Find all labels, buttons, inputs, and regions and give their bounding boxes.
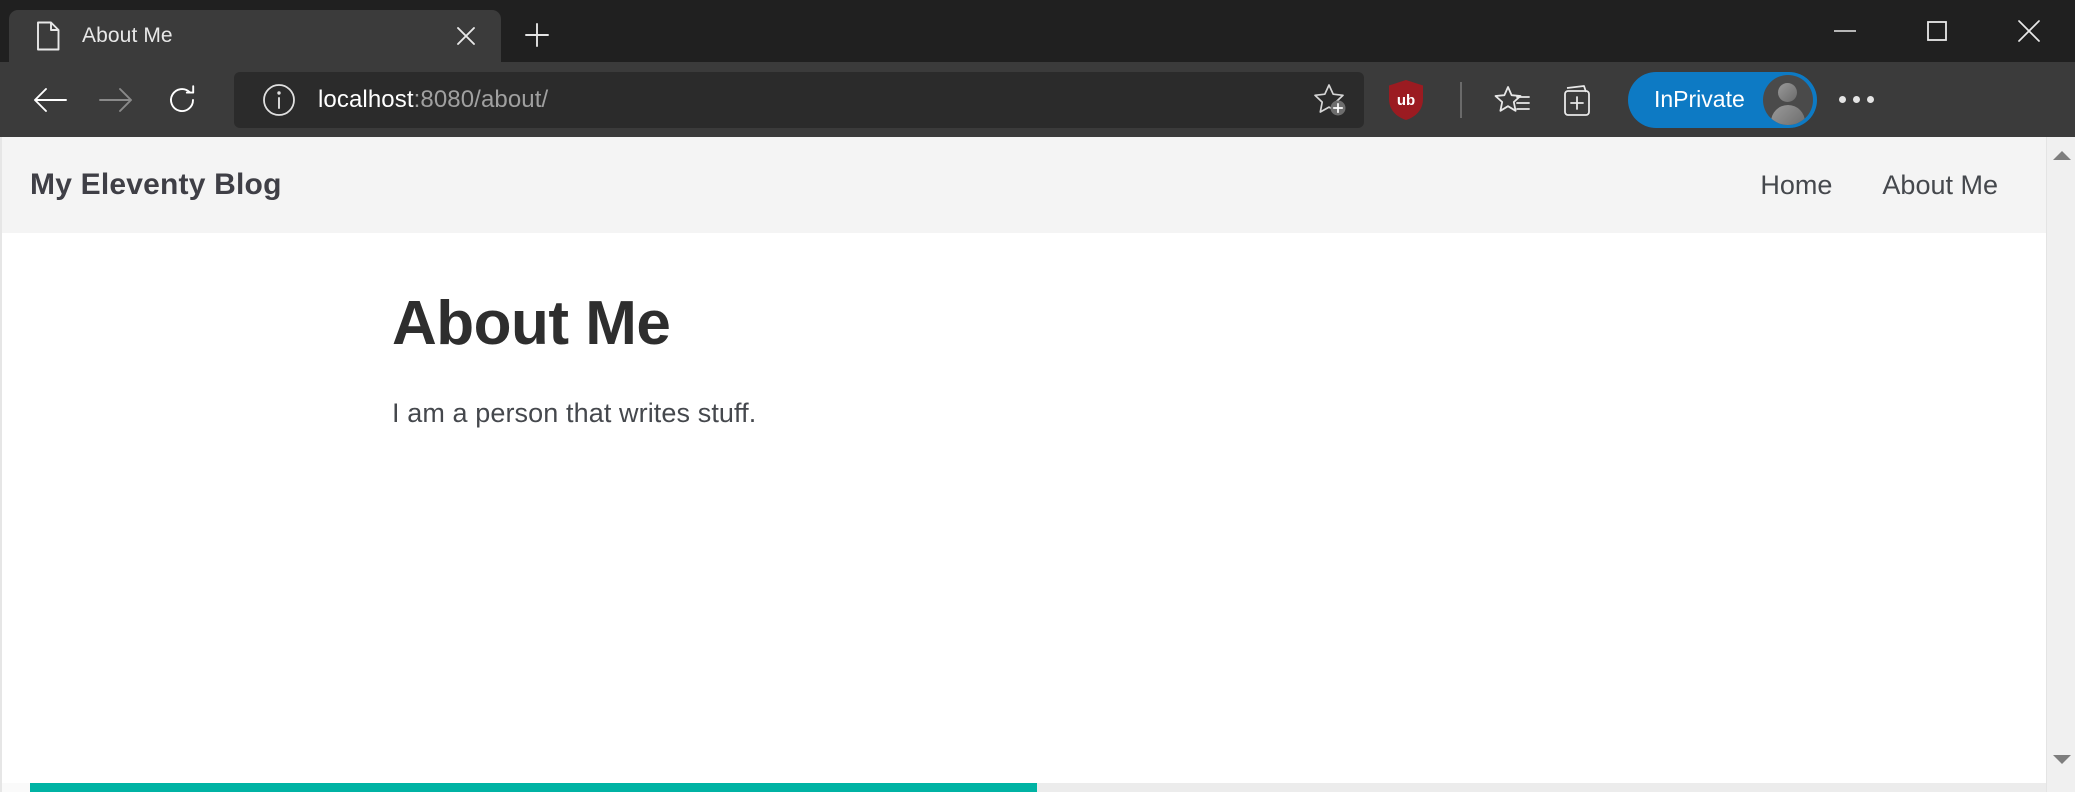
nav-link-about-me[interactable]: About Me: [1882, 170, 1998, 201]
refresh-icon: [170, 84, 195, 112]
vertical-scrollbar[interactable]: [2046, 137, 2075, 792]
close-icon[interactable]: [445, 15, 487, 57]
page-paragraph: I am a person that writes stuff.: [392, 398, 757, 429]
new-tab-button[interactable]: [513, 11, 561, 59]
ellipsis-dot: [1853, 96, 1861, 103]
horizontal-scrollbar-track[interactable]: [1037, 783, 2046, 792]
add-favorite-icon[interactable]: [1306, 76, 1354, 124]
window-controls: [1799, 0, 2075, 62]
browser-tab-about-me[interactable]: About Me: [9, 10, 501, 62]
forward-button[interactable]: [88, 72, 144, 128]
web-page: My Eleventy Blog Home About Me About Me …: [0, 137, 2046, 792]
site-title: My Eleventy Blog: [30, 168, 282, 201]
address-bar[interactable]: localhost:8080/about/: [234, 71, 1364, 128]
browser-window: About Me localhost:8080/about/ ub InPriv…: [0, 0, 2075, 792]
chevron-up-icon: [2052, 150, 2071, 160]
close-window-button[interactable]: [1983, 0, 2075, 62]
maximize-button[interactable]: [1891, 0, 1983, 62]
tab-title: About Me: [82, 24, 173, 47]
site-header: My Eleventy Blog Home About Me: [2, 137, 2046, 233]
url-path: :8080/about/: [413, 85, 549, 113]
site-nav: Home About Me: [1760, 170, 2010, 201]
scroll-down-button[interactable]: [2047, 746, 2075, 772]
minimize-icon: [1834, 30, 1856, 32]
inprivate-profile-button[interactable]: InPrivate: [1628, 71, 1817, 128]
chevron-down-icon: [2052, 754, 2071, 764]
svg-text:ub: ub: [1397, 92, 1415, 109]
arrow-right-icon: [99, 87, 132, 112]
horizontal-scrollbar-thumb[interactable]: [30, 783, 1037, 792]
settings-and-more-button[interactable]: [1829, 72, 1885, 128]
minimize-button[interactable]: [1799, 0, 1891, 62]
collections-button[interactable]: [1550, 72, 1606, 128]
toolbar-divider: [1460, 81, 1462, 118]
site-information-icon[interactable]: [262, 83, 296, 117]
ellipsis-dot: [1839, 96, 1847, 103]
refresh-button[interactable]: [154, 72, 210, 128]
url-host: localhost: [318, 85, 414, 113]
inprivate-label: InPrivate: [1654, 86, 1745, 112]
page-viewport: My Eleventy Blog Home About Me About Me …: [0, 137, 2075, 792]
address-bar-text: localhost:8080/about/: [318, 86, 1306, 114]
browser-toolbar: localhost:8080/about/ ub InPrivate: [0, 62, 2075, 137]
horizontal-scrollbar[interactable]: [2, 783, 2046, 792]
extension-ublock-origin[interactable]: ub: [1380, 74, 1432, 126]
favorites-button[interactable]: [1484, 72, 1540, 128]
page-title: About Me: [392, 289, 671, 358]
scroll-up-button[interactable]: [2047, 142, 2075, 168]
nav-link-home[interactable]: Home: [1760, 170, 1832, 201]
ellipsis-dot: [1867, 96, 1875, 103]
page-icon: [35, 21, 61, 51]
back-button[interactable]: [22, 72, 78, 128]
plus-icon: [525, 23, 549, 47]
ublock-origin-icon: ub: [1389, 79, 1423, 120]
collections-icon: [1564, 84, 1590, 116]
page-content: About Me I am a person that writes stuff…: [2, 233, 2046, 429]
favorites-star-icon: [1494, 85, 1530, 112]
avatar[interactable]: [1762, 74, 1813, 125]
close-icon: [2018, 20, 2040, 42]
maximize-icon: [1927, 21, 1947, 41]
tab-strip: About Me: [0, 0, 2075, 62]
arrow-left-icon: [34, 87, 67, 112]
